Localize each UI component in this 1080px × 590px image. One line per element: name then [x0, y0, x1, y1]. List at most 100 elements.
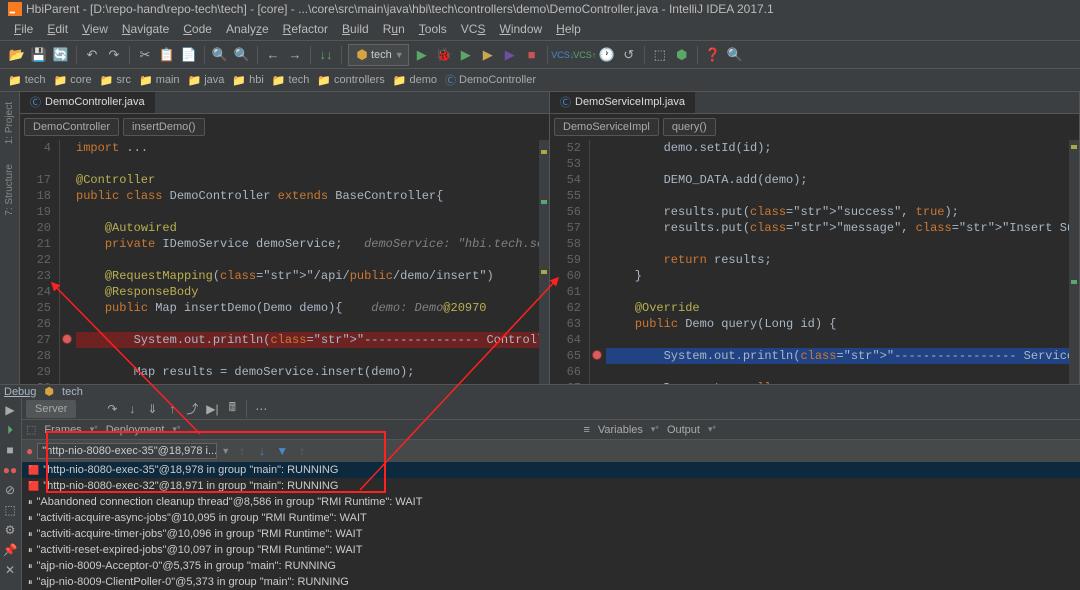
step-into-icon[interactable]: ↓ [124, 401, 140, 417]
frames-label[interactable]: Frames [44, 424, 81, 436]
jrebel-icon[interactable]: ⬢ [673, 46, 691, 64]
project-tool[interactable]: 1: Project [4, 102, 15, 144]
restore-layout-icon[interactable]: ⬚ [2, 502, 18, 518]
copy-icon[interactable]: 📋 [158, 46, 176, 64]
search-everywhere-icon[interactable]: 🔍 [726, 46, 744, 64]
menu-file[interactable]: File [8, 20, 39, 38]
output-label[interactable]: Output [667, 424, 700, 436]
debug-label[interactable]: Debug [4, 386, 36, 398]
marker-strip-left[interactable] [539, 140, 549, 384]
crumb-java[interactable]: 📁java [188, 74, 225, 87]
method-pill[interactable]: insertDemo() [123, 118, 205, 136]
stop-icon[interactable]: ■ [523, 46, 541, 64]
menu-code[interactable]: Code [177, 20, 218, 38]
code-lines-right[interactable]: demo.setId(id); DEMO_DATA.add(demo); res… [602, 140, 1069, 384]
pin-icon[interactable]: 📌 [2, 542, 18, 558]
variables-label[interactable]: Variables [598, 424, 643, 436]
attach-icon[interactable]: ▶ [479, 46, 497, 64]
menu-vcs[interactable]: VCS [455, 20, 492, 38]
thread-item[interactable]: 🟥"http-nio-8080-exec-35"@18,978 in group… [22, 462, 1080, 478]
vcs-commit-icon[interactable]: VCS↑ [576, 46, 594, 64]
breakpoint-icon-r[interactable] [592, 350, 602, 360]
forward-icon[interactable]: → [286, 46, 304, 64]
crumb-controllers[interactable]: 📁controllers [317, 74, 384, 87]
filter-icon[interactable]: ▼ [274, 443, 290, 459]
menu-view[interactable]: View [76, 20, 114, 38]
structure-tool[interactable]: 7: Structure [4, 164, 15, 216]
cut-icon[interactable]: ✂ [136, 46, 154, 64]
run-to-cursor-icon[interactable]: ▶| [204, 401, 220, 417]
thread-list[interactable]: 🟥"http-nio-8080-exec-35"@18,978 in group… [22, 462, 1080, 590]
run-config-selector[interactable]: ⬢ tech ▼ [348, 44, 409, 66]
export-threads-icon[interactable]: ↑ [294, 443, 310, 459]
code-body-right[interactable]: 5253545556575859606162636465666768697071… [550, 140, 1079, 384]
thread-item[interactable]: ⏸"Abandoned connection cleanup thread"@8… [22, 494, 1080, 510]
crumb-tech[interactable]: 📁tech [8, 74, 46, 87]
menu-help[interactable]: Help [550, 20, 587, 38]
paste-icon[interactable]: 📄 [180, 46, 198, 64]
evaluate-icon[interactable]: 🖩 [224, 401, 240, 417]
server-tab[interactable]: Server [26, 400, 76, 418]
save-icon[interactable]: 💾 [30, 46, 48, 64]
thread-item[interactable]: 🟥"http-nio-8080-exec-32"@18,971 in group… [22, 478, 1080, 494]
rerun-icon[interactable]: ▶ [2, 402, 18, 418]
run-icon[interactable]: ▶ [413, 46, 431, 64]
undo-icon[interactable]: ↶ [83, 46, 101, 64]
vcs-revert-icon[interactable]: ↺ [620, 46, 638, 64]
crumb-main[interactable]: 📁main [139, 74, 180, 87]
crumb-demo[interactable]: 📁demo [393, 74, 437, 87]
thread-item[interactable]: ⏸"ajp-nio-8009-Acceptor-0"@5,375 in grou… [22, 558, 1080, 574]
back-icon[interactable]: ← [264, 46, 282, 64]
structure-icon[interactable]: ⬚ [651, 46, 669, 64]
gutter-right[interactable]: 5253545556575859606162636465666768697071… [550, 140, 590, 384]
mute-breakpoints-icon[interactable]: ⊘ [2, 482, 18, 498]
step-over-icon[interactable]: ↷ [104, 401, 120, 417]
run-coverage-icon[interactable]: ▶ [457, 46, 475, 64]
crumb-class[interactable]: ⒸDemoController [445, 72, 536, 88]
class-pill-r[interactable]: DemoServiceImpl [554, 118, 659, 136]
menu-tools[interactable]: Tools [413, 20, 453, 38]
menu-build[interactable]: Build [336, 20, 375, 38]
step-out-icon[interactable]: ↑ [164, 401, 180, 417]
method-pill-r[interactable]: query() [663, 118, 716, 136]
profile-icon[interactable]: ▶ [501, 46, 519, 64]
gutter-left[interactable]: 417181920212223242526272829303132 [20, 140, 60, 384]
redo-icon[interactable]: ↷ [105, 46, 123, 64]
crumb-tech2[interactable]: 📁tech [272, 74, 310, 87]
more-icon[interactable]: ⋯ [253, 401, 269, 417]
stop-debug-icon[interactable]: ■ [2, 442, 18, 458]
open-icon[interactable]: 📂 [8, 46, 26, 64]
prev-frame-icon[interactable]: ↑ [234, 443, 250, 459]
crumb-src[interactable]: 📁src [100, 74, 131, 87]
menu-refactor[interactable]: Refactor [277, 20, 334, 38]
replace-icon[interactable]: 🔍 [233, 46, 251, 64]
thread-item[interactable]: ⏸"activiti-acquire-timer-jobs"@10,096 in… [22, 526, 1080, 542]
breakpoint-icon[interactable] [62, 334, 72, 344]
menu-edit[interactable]: Edit [41, 20, 74, 38]
tab-democontroller[interactable]: ⒸDemoController.java [20, 92, 155, 113]
tab-demoserviceimpl[interactable]: ⒸDemoServiceImpl.java [550, 92, 695, 113]
menu-window[interactable]: Window [493, 20, 548, 38]
find-icon[interactable]: 🔍 [211, 46, 229, 64]
thread-selector[interactable]: "http-nio-8080-exec-35"@18,978 i... [37, 443, 217, 459]
thread-item[interactable]: ⏸"ajp-nio-8009-ClientPoller-0"@5,373 in … [22, 574, 1080, 590]
vcs-update-icon[interactable]: VCS↓ [554, 46, 572, 64]
thread-item[interactable]: ⏸"activiti-acquire-async-jobs"@10,095 in… [22, 510, 1080, 526]
debug-icon[interactable]: 🐞 [435, 46, 453, 64]
force-step-into-icon[interactable]: ⇓ [144, 401, 160, 417]
settings-icon[interactable]: ⚙ [2, 522, 18, 538]
close-icon[interactable]: ✕ [2, 562, 18, 578]
drop-frame-icon[interactable]: ⤴ [184, 401, 200, 417]
thread-item[interactable]: ⏸"activiti-reset-expired-jobs"@10,097 in… [22, 542, 1080, 558]
help-icon[interactable]: ❓ [704, 46, 722, 64]
menu-navigate[interactable]: Navigate [116, 20, 175, 38]
next-frame-icon[interactable]: ↓ [254, 443, 270, 459]
class-pill[interactable]: DemoController [24, 118, 119, 136]
sync-icon[interactable]: 🔄 [52, 46, 70, 64]
crumb-hbi[interactable]: 📁hbi [232, 74, 263, 87]
vcs-history-icon[interactable]: 🕐 [598, 46, 616, 64]
resume-icon[interactable]: ⏵ [2, 422, 18, 438]
crumb-core[interactable]: 📁core [54, 74, 92, 87]
view-breakpoints-icon[interactable]: ●● [2, 462, 18, 478]
menu-analyze[interactable]: Analyze [220, 20, 275, 38]
